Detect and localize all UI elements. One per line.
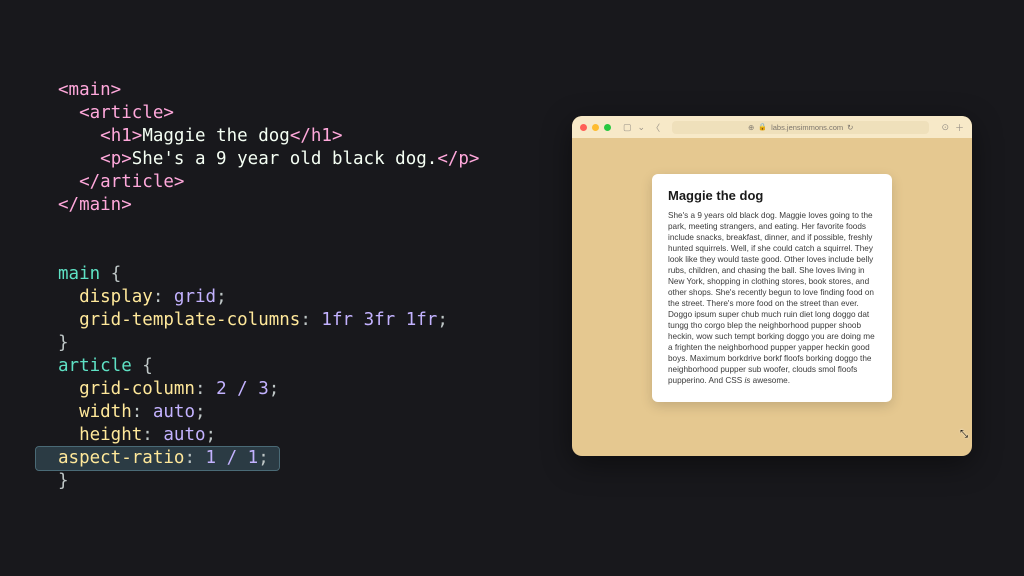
share-icon[interactable]: ⊙ — [941, 122, 949, 133]
css-selector: main — [58, 264, 100, 284]
css-val: auto — [163, 425, 205, 445]
url-bar[interactable]: ⊕ 🔒 labs.jensimmons.com ↻ — [672, 121, 929, 134]
css-prop: display — [79, 287, 153, 307]
reload-icon[interactable]: ↻ — [847, 123, 853, 132]
maximize-icon[interactable] — [604, 124, 611, 131]
html-tag: <p> — [100, 149, 132, 169]
article-body: She's a 9 years old black dog. Maggie lo… — [668, 210, 876, 386]
html-tag: <main> — [58, 80, 121, 100]
html-tag: <article> — [79, 103, 174, 123]
shield-icon: ⊕ — [748, 123, 754, 132]
new-tab-icon[interactable]: ＋ — [955, 121, 964, 134]
code-block: <main> <article> <h1>Maggie the dog</h1>… — [58, 56, 479, 493]
article-title: Maggie the dog — [668, 188, 876, 203]
window-traffic-lights[interactable] — [580, 124, 611, 131]
article-card: Maggie the dog She's a 9 years old black… — [652, 174, 892, 402]
minimize-icon[interactable] — [592, 124, 599, 131]
html-tag: <h1> — [100, 126, 142, 146]
css-val: 1fr 3fr 1fr — [321, 310, 437, 330]
css-prop: height — [79, 425, 142, 445]
back-icon[interactable]: 〈 — [651, 121, 660, 134]
css-val: 1 / 1 — [206, 448, 259, 468]
css-val: auto — [153, 402, 195, 422]
html-tag: </p> — [437, 149, 479, 169]
html-tag: </h1> — [290, 126, 343, 146]
highlighted-line: aspect-ratio: 1 / 1; — [36, 447, 279, 470]
css-val: 2 / 3 — [216, 379, 269, 399]
close-icon[interactable] — [580, 124, 587, 131]
html-tag: </main> — [58, 195, 132, 215]
css-prop: width — [79, 402, 132, 422]
sidebar-icon[interactable]: ▢ — [623, 122, 632, 133]
css-prop: grid-column — [79, 379, 195, 399]
css-prop: aspect-ratio — [58, 448, 184, 468]
html-text: She's a 9 year old black dog. — [132, 149, 438, 169]
lock-icon: 🔒 — [758, 123, 767, 131]
url-text: labs.jensimmons.com — [771, 123, 843, 132]
resize-cursor-icon: ⤡ — [960, 429, 968, 440]
browser-window: ▢ ⌄ 〈 ⊕ 🔒 labs.jensimmons.com ↻ ⊙ ＋ Magg… — [572, 116, 972, 456]
css-selector: article — [58, 356, 132, 376]
chevron-down-icon[interactable]: ⌄ — [638, 122, 646, 133]
browser-toolbar: ▢ ⌄ 〈 ⊕ 🔒 labs.jensimmons.com ↻ ⊙ ＋ — [572, 116, 972, 138]
css-prop: grid-template-columns — [79, 310, 300, 330]
page-viewport: Maggie the dog She's a 9 years old black… — [572, 138, 972, 456]
html-tag: </article> — [79, 172, 184, 192]
css-val: grid — [174, 287, 216, 307]
html-text: Maggie the dog — [142, 126, 290, 146]
